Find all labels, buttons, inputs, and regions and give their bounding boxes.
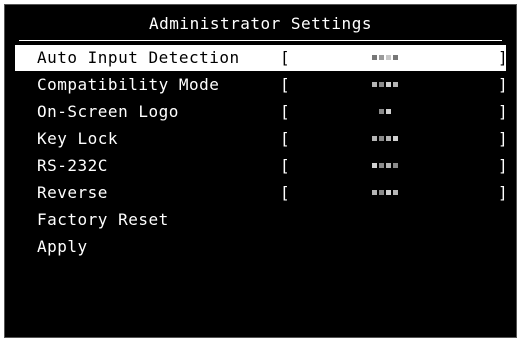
value-close-bracket: ] <box>498 75 509 94</box>
menu-item-label: RS-232C <box>37 156 108 175</box>
menu-item-label: Auto Input Detection <box>37 48 240 67</box>
menu-item-label: Apply <box>37 237 88 256</box>
menu-title: Administrator Settings <box>149 14 372 33</box>
menu-item-label: Compatibility Mode <box>37 75 220 94</box>
menu-item-label: On-Screen Logo <box>37 102 179 121</box>
menu-item-auto-input-detection[interactable]: Auto Input Detection [ ] <box>15 45 509 71</box>
value-close-bracket: ] <box>498 156 509 175</box>
blurred-value <box>365 52 405 63</box>
value-close-bracket: ] <box>498 183 509 202</box>
menu-item-apply[interactable]: Apply <box>15 234 506 260</box>
value-open-bracket: [ <box>280 183 291 202</box>
value-close-bracket: ] <box>498 129 509 148</box>
menu-item-on-screen-logo[interactable]: On-Screen Logo [ ] <box>15 99 509 125</box>
menu-item-factory-reset[interactable]: Factory Reset <box>15 207 506 233</box>
value-open-bracket: [ <box>280 156 291 175</box>
value-open-bracket: [ <box>280 129 291 148</box>
menu-item-label: Key Lock <box>37 129 119 148</box>
menu-item-label: Factory Reset <box>37 210 169 229</box>
value-close-bracket: ] <box>498 48 509 67</box>
value-open-bracket: [ <box>280 75 291 94</box>
menu-item-key-lock[interactable]: Key Lock [ ] <box>15 126 509 152</box>
menu-item-compatibility-mode[interactable]: Compatibility Mode [ ] <box>15 72 509 98</box>
blurred-value <box>365 133 405 144</box>
menu-item-reverse[interactable]: Reverse [ ] <box>15 180 509 206</box>
blurred-value <box>365 160 405 171</box>
value-close-bracket: ] <box>498 102 509 121</box>
blurred-value <box>365 187 405 198</box>
value-open-bracket: [ <box>280 48 291 67</box>
osd-menu-window: Administrator Settings Auto Input Detect… <box>4 4 517 338</box>
menu-item-label: Reverse <box>37 183 108 202</box>
value-open-bracket: [ <box>280 102 291 121</box>
title-divider <box>19 40 502 41</box>
blurred-value <box>365 79 405 90</box>
blurred-value <box>365 106 405 117</box>
menu-item-rs-232c[interactable]: RS-232C [ ] <box>15 153 509 179</box>
